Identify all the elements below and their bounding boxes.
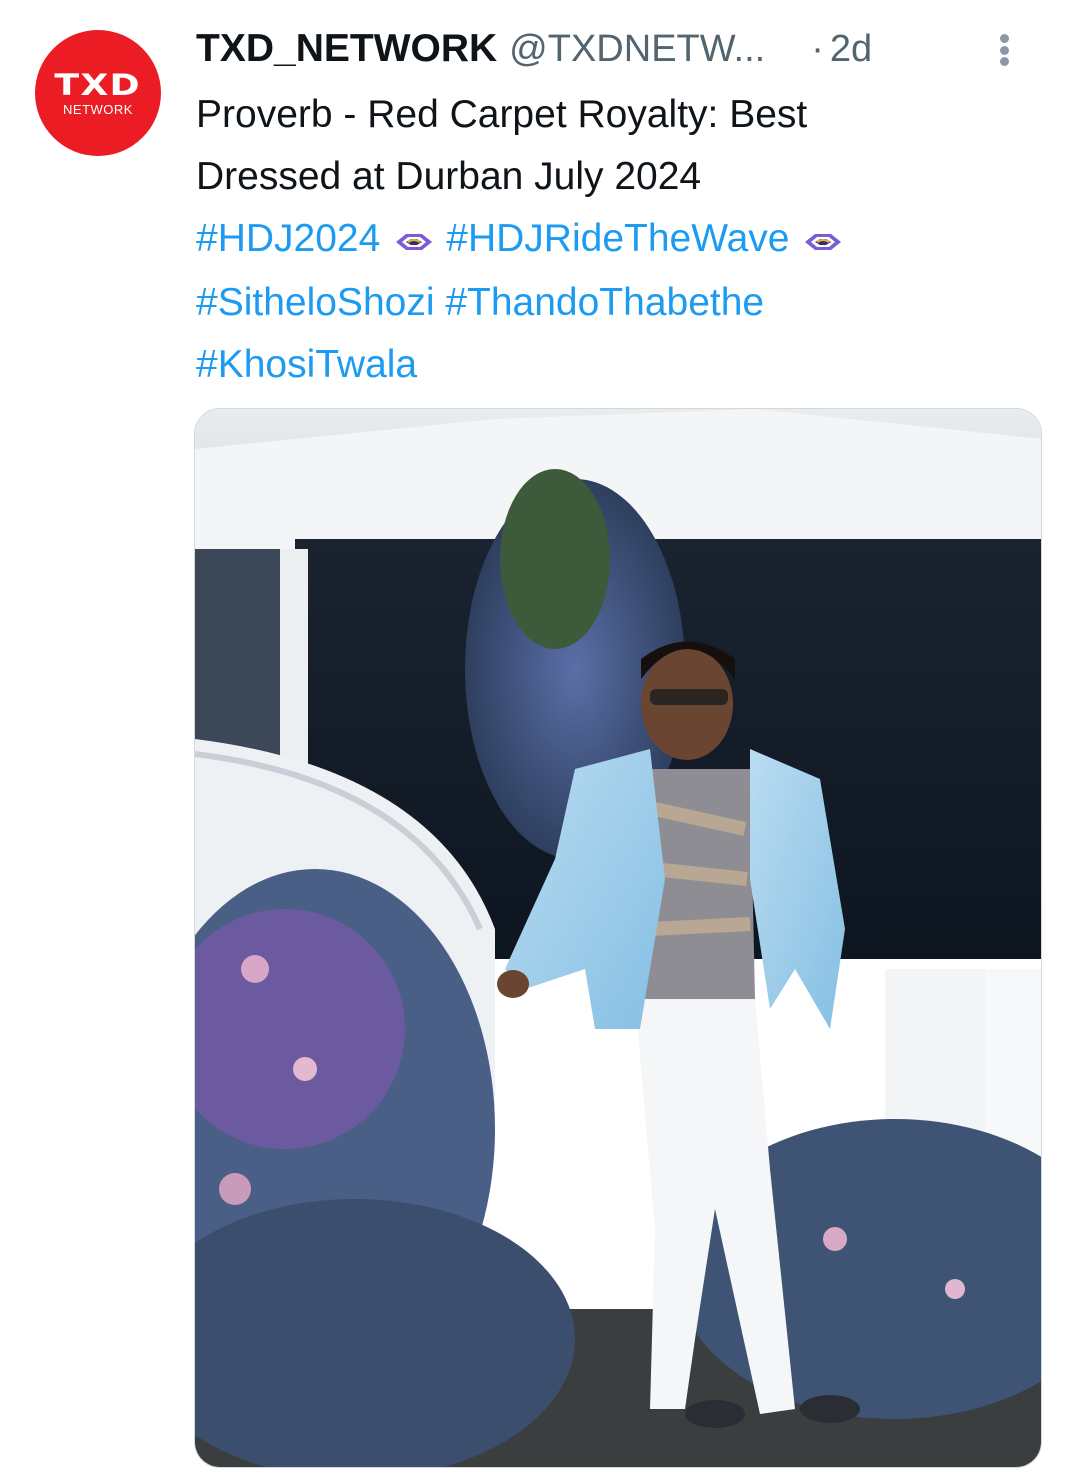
tweet-text-line: Dressed at Durban July 2024: [196, 155, 702, 198]
photo-image: [195, 409, 1041, 1467]
tweet-photo[interactable]: [194, 408, 1042, 1468]
tweet-text: Proverb - Red Carpet Royalty: Best Dress…: [196, 84, 1046, 396]
avatar-logo-text: TXD: [54, 67, 142, 102]
author-handle[interactable]: @TXDNETW...: [509, 28, 765, 71]
hashtag-link[interactable]: #SitheloShozi: [196, 281, 435, 324]
separator-dot: ·: [811, 27, 824, 70]
hashtag-line: #HDJ2024 #HDJRideTheWave: [196, 208, 1046, 272]
tweet-text-line: Proverb - Red Carpet Royalty: Best: [196, 93, 808, 136]
hashtag-link[interactable]: #ThandoThabethe: [445, 281, 764, 324]
author-name[interactable]: TXD_NETWORK: [196, 27, 497, 71]
wave-emblem-icon: [394, 210, 434, 272]
hashtag-link[interactable]: #HDJRideTheWave: [446, 217, 789, 260]
hashtag-line: #SitheloShozi #ThandoThabethe: [196, 272, 1046, 334]
more-vertical-icon[interactable]: [990, 28, 1018, 72]
avatar-logo-subtext: NETWORK: [63, 101, 133, 117]
wave-emblem-icon: [803, 210, 843, 272]
tweet-card[interactable]: TXD NETWORK TXD_NETWORK @TXDNETW... · 2d…: [0, 0, 1080, 1480]
hashtag-link[interactable]: #HDJ2024: [196, 217, 380, 260]
hashtag-link[interactable]: #KhosiTwala: [196, 343, 417, 386]
hashtag-line: #KhosiTwala: [196, 334, 1046, 396]
tweet-header: TXD_NETWORK @TXDNETW... · 2d: [196, 26, 1060, 72]
avatar[interactable]: TXD NETWORK: [35, 30, 161, 156]
timestamp[interactable]: 2d: [830, 28, 872, 71]
